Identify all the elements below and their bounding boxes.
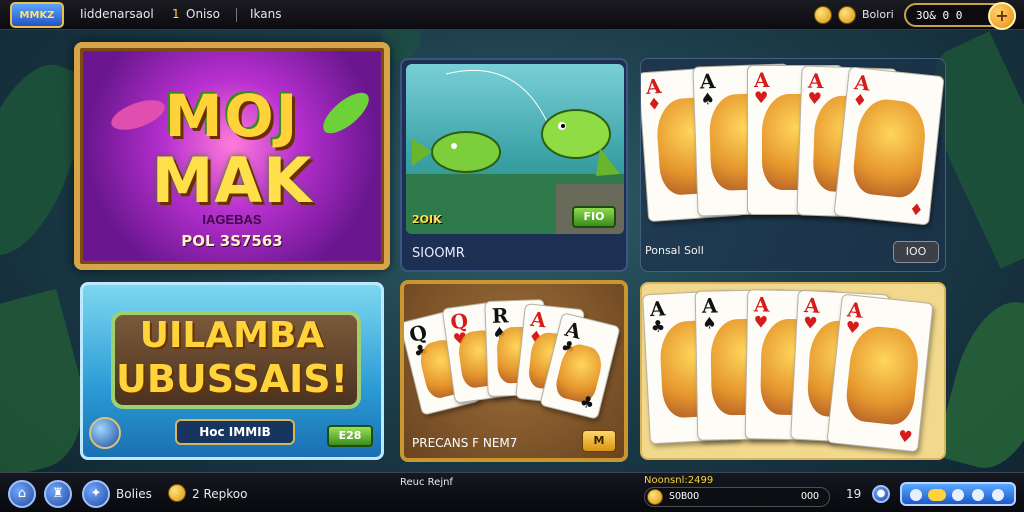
wave-title-line-1: UILAMBA bbox=[139, 315, 325, 356]
playing-card: A♥♥ bbox=[826, 293, 934, 453]
nav-link-items[interactable]: Ikans bbox=[250, 7, 282, 21]
fish-game-title: SIOOMR bbox=[412, 246, 465, 261]
cards-play-button[interactable]: IOO bbox=[893, 241, 939, 263]
poker-game-title: PRECANS F NEM7 bbox=[412, 436, 518, 450]
bottom-label-left[interactable]: Bolies bbox=[116, 487, 152, 501]
card-suit-icon: ♦ bbox=[851, 89, 868, 111]
card-suit-icon: ♥ bbox=[807, 88, 823, 109]
compass-icon[interactable]: ✦ bbox=[82, 480, 110, 508]
nav-link-home[interactable]: Iiddenarsaol bbox=[80, 7, 154, 21]
playing-card: A♦♦ bbox=[833, 66, 945, 226]
mojo-subtitle: IAGEBAS bbox=[202, 212, 262, 227]
card-suit-icon: ♥ bbox=[754, 88, 769, 107]
shop-icon-3[interactable] bbox=[952, 489, 964, 501]
card-art bbox=[843, 324, 922, 427]
shirt-icon[interactable]: ♜ bbox=[44, 480, 72, 508]
card-suit-icon: ♣ bbox=[650, 316, 666, 337]
right-leaf-icon bbox=[323, 92, 369, 134]
avatar-icon[interactable] bbox=[168, 484, 186, 502]
coin-icon bbox=[838, 6, 856, 24]
balance-value: 3O& 0 0 bbox=[916, 8, 963, 22]
add-balance-button[interactable]: + bbox=[988, 2, 1016, 30]
mojo-code: POL 3S7563 bbox=[181, 232, 283, 250]
top-bar: MMKZ Iiddenarsaol 1 Oniso Ikans Bolori 3… bbox=[0, 0, 1024, 30]
game-tile-wave[interactable]: UILAMBA UBUSSAIS! Hoc IMMIB E28 bbox=[80, 282, 384, 460]
game-tile-cards[interactable]: A♦♦A♠♠A♥♥A♥♥A♦♦ Ponsal Soll IOO bbox=[640, 58, 946, 272]
home-icon[interactable]: ⌂ bbox=[8, 480, 36, 508]
cards-game-title: Ponsal Soll bbox=[645, 244, 704, 257]
balance-display: 3O& 0 0 + bbox=[904, 2, 1016, 30]
card-suit-icon: ♦ bbox=[646, 93, 663, 114]
card-suit-icon: ♥ bbox=[844, 317, 861, 338]
wave-play-button[interactable]: E28 bbox=[327, 425, 373, 447]
game-tile-cards-2[interactable]: A♣♣A♠♠A♥♥A♥♥A♥♥ bbox=[640, 282, 946, 460]
counter-value: 19 bbox=[846, 487, 862, 501]
bottom-center-label: Reuc Rejnf bbox=[400, 477, 453, 488]
wallet-coin-icon bbox=[647, 489, 663, 505]
card-suit-icon: ♠ bbox=[700, 88, 716, 109]
left-leaf-icon bbox=[111, 100, 165, 130]
app-logo[interactable]: MMKZ bbox=[10, 2, 64, 28]
mojo-title-line-2: MAK bbox=[151, 144, 313, 217]
fish-badge: 2OIK bbox=[412, 213, 442, 226]
game-tile-fishing[interactable]: 2OIK FIO SIOOMR bbox=[400, 58, 628, 272]
nav-divider bbox=[236, 8, 237, 22]
game-tile-poker[interactable]: Q♣♣Q♥♥R♠♠A♦♦A♣♣ PRECANS F NEM7 M bbox=[400, 280, 628, 462]
bottom-bar: ⌂ ♜ ✦ Bolies 2 Repkoo Reuc Rejnf Noonsnl… bbox=[0, 472, 1024, 512]
game-tile-mojo-mak[interactable]: MOJ MAK IAGEBAS POL 3S7563 bbox=[74, 42, 390, 270]
card-rank: A bbox=[754, 68, 770, 92]
poker-play-button[interactable]: M bbox=[582, 430, 616, 452]
shop-icon-2[interactable] bbox=[928, 489, 946, 501]
nav-link-online[interactable]: Oniso bbox=[186, 7, 220, 21]
bottom-label-mid[interactable]: 2 Repkoo bbox=[192, 487, 247, 501]
wallet-value: SOBOO bbox=[669, 491, 700, 502]
gamepad-icon[interactable]: ● bbox=[872, 485, 890, 503]
card-suit-icon: ♠ bbox=[702, 313, 717, 333]
user-label[interactable]: Bolori bbox=[862, 8, 894, 21]
wave-orb-icon bbox=[89, 417, 121, 449]
settings-gear-icon[interactable] bbox=[814, 6, 832, 24]
card-suit-icon: ♦ bbox=[908, 199, 925, 220]
wave-info-pill[interactable]: Hoc IMMIB bbox=[175, 419, 295, 445]
fish-play-button[interactable]: FIO bbox=[572, 206, 616, 228]
wave-title-line-2: UBUSSAIS! bbox=[116, 357, 348, 401]
fishing-scene: 2OIK FIO bbox=[406, 64, 624, 234]
shop-icon-4[interactable] bbox=[972, 489, 984, 501]
shop-icon-1[interactable] bbox=[910, 489, 922, 501]
wallet-display: SOBOO OOO bbox=[644, 487, 830, 507]
card-suit-icon: ♥ bbox=[897, 426, 914, 447]
card-suit-icon: ♥ bbox=[753, 312, 769, 332]
wallet-top-label: Noonsnl:2499 bbox=[644, 475, 714, 486]
nav-prefix: 1 bbox=[172, 7, 180, 21]
card-suit-icon: ♥ bbox=[802, 313, 819, 333]
card-suit-icon: ♣ bbox=[577, 391, 597, 414]
wallet-right-value: OOO bbox=[800, 491, 819, 502]
card-art bbox=[850, 96, 929, 200]
shop-toolbar[interactable] bbox=[900, 482, 1016, 506]
shop-icon-5[interactable] bbox=[992, 489, 1004, 501]
